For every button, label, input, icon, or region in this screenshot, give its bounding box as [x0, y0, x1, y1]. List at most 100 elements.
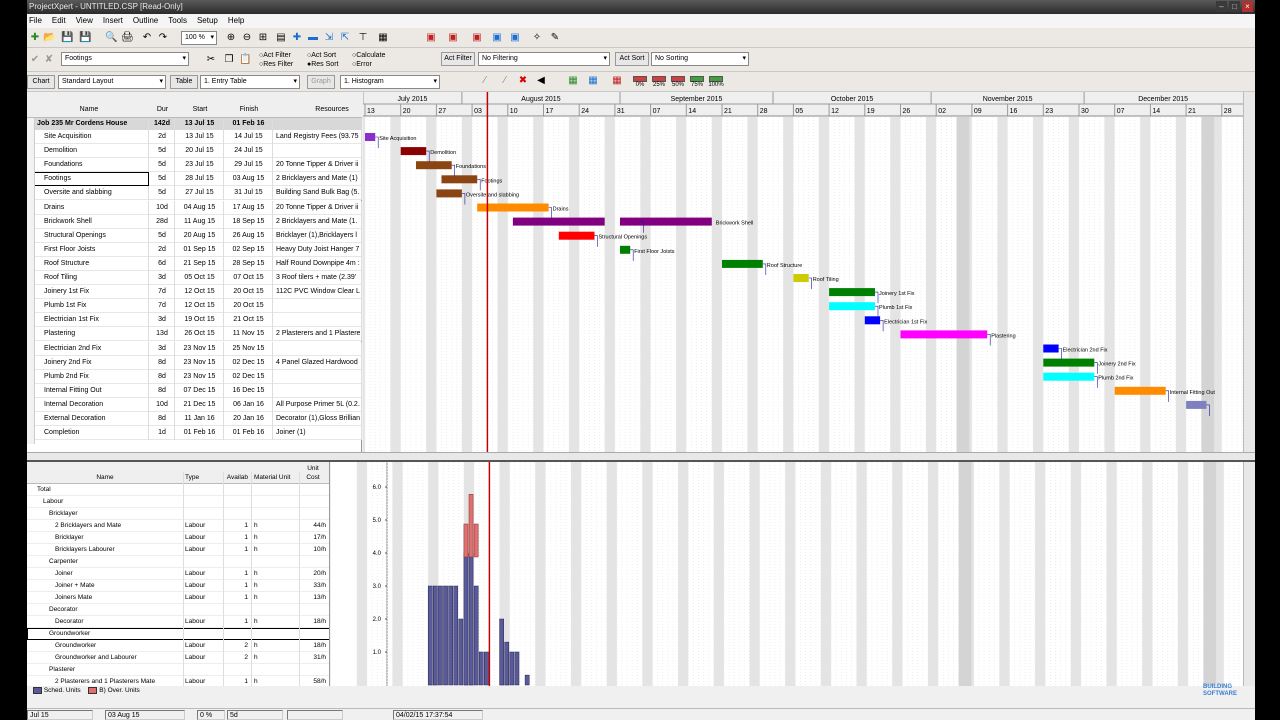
- task-duration[interactable]: 3d: [150, 313, 175, 328]
- task-resources[interactable]: 3 Roof tilers + mate (2.39': [274, 271, 362, 285]
- task-start[interactable]: 27 Jul 15: [176, 186, 224, 201]
- resource-name[interactable]: Decorator: [27, 604, 184, 616]
- task-row[interactable]: Electrician 1st Fix 3d 19 Oct 15 21 Oct 15: [27, 313, 362, 328]
- task-start[interactable]: 04 Aug 15: [176, 200, 224, 215]
- pane-splitter[interactable]: [27, 452, 1255, 462]
- minimize-button[interactable]: –: [1216, 1, 1227, 12]
- task-name[interactable]: Brickwork Shell: [27, 214, 149, 229]
- task-name[interactable]: Roof Structure: [27, 256, 149, 271]
- task-duration[interactable]: 10d: [150, 397, 175, 412]
- resource-row[interactable]: Bricklayer Labour 1 h 17/h: [27, 532, 329, 544]
- task-name[interactable]: Joinery 2nd Fix: [27, 355, 149, 370]
- task-resources[interactable]: Half Round Downpipe 4m :: [274, 256, 362, 271]
- brush-icon[interactable]: ⁄: [479, 75, 491, 87]
- task-finish[interactable]: 16 Dec 15: [225, 383, 273, 398]
- task-resources[interactable]: 4 Panel Glazed Hardwood: [274, 355, 362, 370]
- task-resources[interactable]: [274, 299, 362, 314]
- act-filter-button[interactable]: Act Filter: [441, 52, 475, 66]
- task-resources[interactable]: 2 Bricklayers and Mate (1): [274, 172, 362, 187]
- task-duration[interactable]: 7d: [150, 285, 175, 300]
- resource-name[interactable]: Carpenter: [27, 556, 184, 568]
- layout-select[interactable]: Standard Layout: [58, 75, 166, 89]
- task-name[interactable]: Electrician 1st Fix: [27, 313, 149, 328]
- task-row[interactable]: Structural Openings 5d 20 Aug 15 26 Aug 15 B…: [27, 228, 362, 243]
- task-resources[interactable]: Land Registry Fees (93.75: [274, 130, 362, 144]
- resource-row[interactable]: Joiner Labour 1 h 20/h: [27, 568, 329, 580]
- task-resources[interactable]: 112C PVC Window Clear L: [274, 285, 362, 300]
- split-icon[interactable]: ▦: [377, 32, 389, 44]
- task-start[interactable]: 11 Jan 16: [176, 412, 224, 426]
- act-sort-radio[interactable]: ○Act Sort: [307, 51, 336, 60]
- res-col-name[interactable]: Name: [27, 472, 184, 484]
- task-start[interactable]: 28 Jul 15: [176, 172, 224, 187]
- task-row[interactable]: Joinery 2nd Fix 8d 23 Nov 15 02 Dec 15 4 Pan…: [27, 355, 362, 370]
- task-duration[interactable]: 5d: [150, 158, 175, 173]
- task-row[interactable]: Site Acquisition 2d 13 Jul 15 14 Jul 15 Land…: [27, 130, 362, 144]
- task-name[interactable]: Structural Openings: [27, 228, 149, 243]
- task-start[interactable]: 12 Oct 15: [176, 285, 224, 300]
- resource-row[interactable]: Joiner + Mate Labour 1 h 33/h: [27, 580, 329, 592]
- task-name[interactable]: Plumb 1st Fix: [27, 299, 149, 314]
- task-start[interactable]: 20 Jul 15: [176, 144, 224, 159]
- task-finish[interactable]: 18 Sep 15: [225, 214, 273, 229]
- menu-file[interactable]: File: [29, 14, 42, 28]
- sort-select[interactable]: No Sorting: [651, 52, 749, 66]
- col-resources[interactable]: Resources: [307, 106, 357, 113]
- task-row[interactable]: Demolition 5d 20 Jul 15 24 Jul 15: [27, 144, 362, 159]
- task-name[interactable]: Demolition: [27, 144, 149, 159]
- task-finish[interactable]: 17 Aug 15: [225, 200, 273, 215]
- task-finish[interactable]: 21 Oct 15: [225, 313, 273, 328]
- calculate-radio[interactable]: ○Calculate: [352, 51, 385, 60]
- gantt-vertical-scrollbar[interactable]: [1243, 92, 1255, 452]
- task-finish[interactable]: 24 Jul 15: [225, 144, 273, 159]
- col-dur[interactable]: Dur: [150, 106, 175, 113]
- graph-button[interactable]: Graph: [307, 75, 335, 89]
- table-button[interactable]: Table: [170, 75, 198, 89]
- resource-row[interactable]: 2 Plasterers and 1 Plasterers Mate Labour…: [27, 676, 329, 686]
- menu-edit[interactable]: Edit: [52, 14, 66, 28]
- task-resources[interactable]: Bricklayer (1),Bricklayers l: [274, 228, 362, 243]
- task-duration[interactable]: 5d: [150, 144, 175, 159]
- resource-row[interactable]: Decorator: [27, 604, 329, 616]
- task-resources[interactable]: [274, 383, 362, 398]
- zoom-out-icon[interactable]: ⊖: [241, 32, 253, 44]
- task-row[interactable]: Plumb 2nd Fix 8d 23 Nov 15 02 Dec 15: [27, 369, 362, 384]
- task-resources[interactable]: [274, 341, 362, 356]
- task-duration[interactable]: 3d: [150, 341, 175, 356]
- task-row[interactable]: Roof Structure 6d 21 Sep 15 28 Sep 15 Half R…: [27, 256, 362, 271]
- indent-icon[interactable]: ✚: [291, 32, 303, 44]
- task-row[interactable]: Plastering 13d 26 Oct 15 11 Nov 15 2 Plaster…: [27, 327, 362, 342]
- resource-name[interactable]: Joiners Mate: [27, 592, 184, 604]
- task-duration[interactable]: 5d: [150, 172, 175, 187]
- level-icon[interactable]: ▣: [491, 32, 503, 44]
- redo-icon[interactable]: ↷: [157, 32, 169, 44]
- task-duration[interactable]: 2d: [150, 130, 175, 144]
- task-start[interactable]: 23 Nov 15: [176, 369, 224, 384]
- menu-setup[interactable]: Setup: [197, 14, 218, 28]
- task-row[interactable]: Internal Decoration 10d 21 Dec 15 06 Jan 16…: [27, 397, 362, 412]
- schedule-icon[interactable]: ▣: [425, 32, 437, 44]
- act-sort-button[interactable]: Act Sort: [615, 52, 649, 66]
- close-button[interactable]: ×: [1242, 1, 1253, 12]
- task-finish[interactable]: 02 Dec 15: [225, 355, 273, 370]
- eraser-icon[interactable]: ⁄: [499, 75, 511, 87]
- task-row[interactable]: External Decoration 8d 11 Jan 16 20 Jan 16 D…: [27, 412, 362, 426]
- task-info-icon[interactable]: ⊤: [357, 32, 369, 44]
- resource-name[interactable]: Bricklayer: [27, 508, 184, 520]
- task-row[interactable]: Joinery 1st Fix 7d 12 Oct 15 20 Oct 15 112C …: [27, 285, 362, 300]
- task-row[interactable]: Roof Tiling 3d 05 Oct 15 07 Oct 15 3 Roof ti…: [27, 271, 362, 285]
- task-duration[interactable]: 8d: [150, 369, 175, 384]
- task-finish[interactable]: 29 Jul 15: [225, 158, 273, 173]
- task-name[interactable]: Completion: [27, 426, 149, 441]
- resource-row[interactable]: Groundworker and Labourer Labour 2 h 31/h: [27, 652, 329, 664]
- task-resources[interactable]: Heavy Duty Joist Hanger 7: [274, 242, 362, 257]
- task-duration[interactable]: 13d: [150, 327, 175, 342]
- task-finish[interactable]: 06 Jan 16: [225, 397, 273, 412]
- delete-icon[interactable]: ✖: [517, 75, 529, 87]
- task-resources[interactable]: 2 Plasterers and 1 Plastere: [274, 327, 362, 342]
- task-name[interactable]: External Decoration: [27, 412, 149, 426]
- link-icon[interactable]: ⇲: [323, 32, 335, 44]
- task-name[interactable]: First Floor Joists: [27, 242, 149, 257]
- res-col-avail[interactable]: Availab: [224, 472, 252, 484]
- task-start[interactable]: 23 Nov 15: [176, 341, 224, 356]
